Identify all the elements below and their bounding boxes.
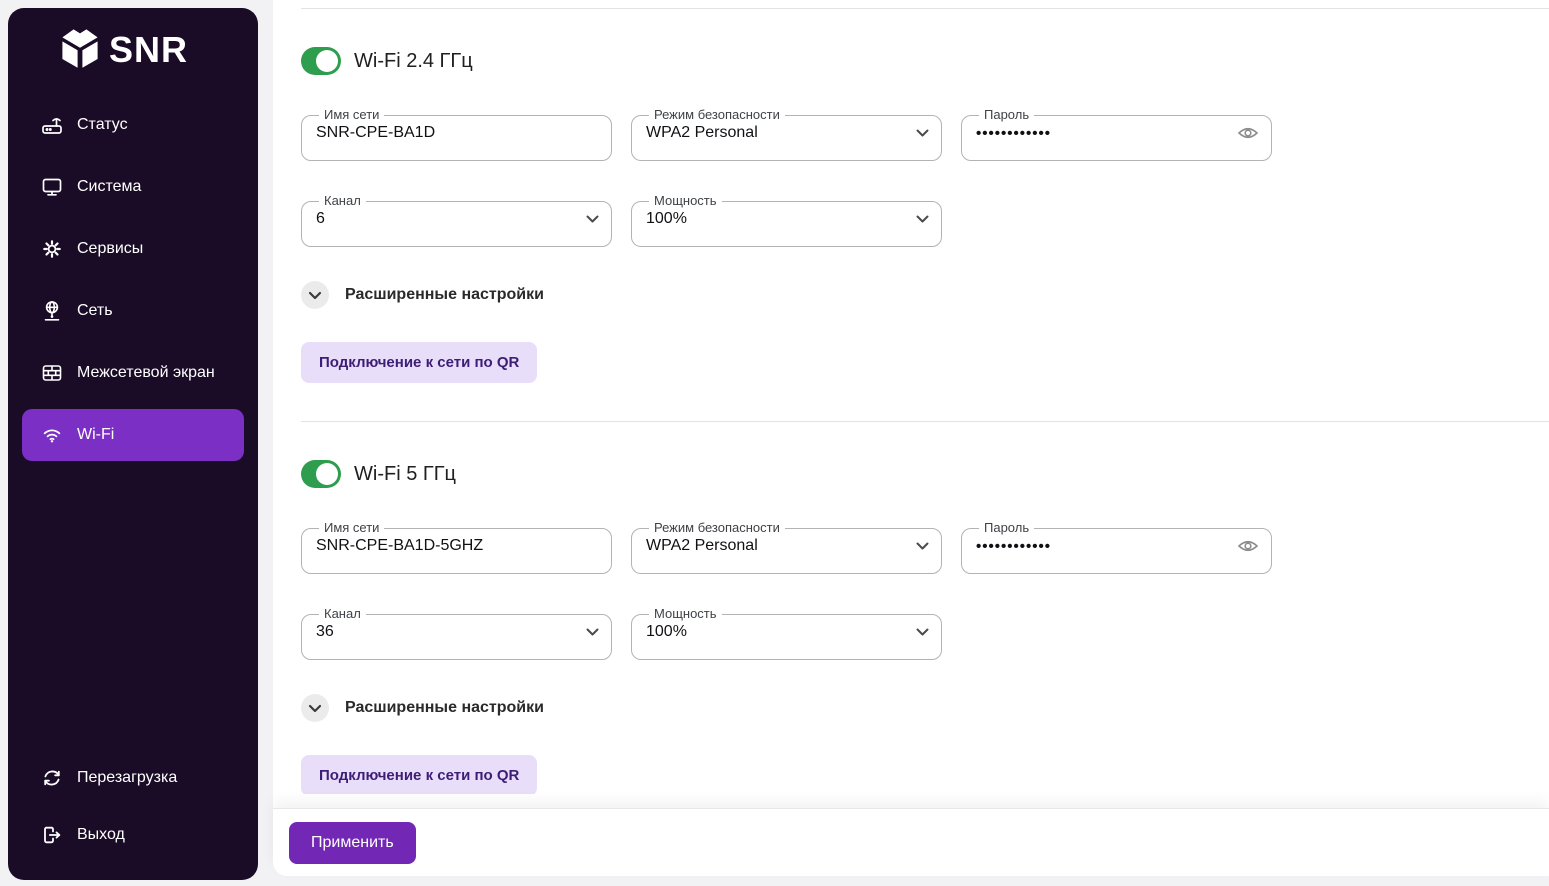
qr-connect-button-5ghz[interactable]: Подключение к сети по QR [301, 755, 537, 794]
advanced-settings-expander-5ghz[interactable]: Расширенные настройки [301, 694, 544, 722]
brand-logo: SNR [60, 24, 258, 75]
top-divider [301, 8, 1549, 9]
show-password-eye-icon[interactable] [1237, 537, 1259, 555]
security-mode-select-5ghz[interactable]: WPA2 Personal [646, 537, 929, 555]
password-input-24ghz[interactable] [976, 125, 1237, 142]
firewall-icon [40, 361, 64, 385]
ssid-input-24ghz[interactable] [316, 124, 599, 142]
advanced-settings-expander-24ghz[interactable]: Расширенные настройки [301, 281, 544, 309]
restart-icon [40, 766, 64, 790]
ssid-label: Имя сети [319, 108, 384, 122]
security-mode-field-24ghz: Режим безопасности WPA2 Personal [631, 108, 942, 161]
sidebar-item-system[interactable]: Система [22, 161, 244, 213]
sidebar-item-status[interactable]: Статус [22, 99, 244, 151]
sidebar-item-label: Выход [77, 826, 125, 844]
ssid-field-24ghz: Имя сети [301, 108, 612, 161]
chevron-down-icon [586, 628, 599, 636]
apply-button[interactable]: Применить [289, 822, 416, 864]
network-icon [40, 299, 64, 323]
logout-icon [40, 823, 64, 847]
power-value: 100% [646, 210, 687, 228]
wifi-5ghz-toggle[interactable] [301, 460, 341, 488]
wifi-icon [40, 423, 64, 447]
wifi-settings-content: Wi-Fi 2.4 ГГц Имя сети Режим безопасност… [273, 0, 1549, 794]
power-value: 100% [646, 623, 687, 641]
channel-label: Канал [319, 194, 366, 208]
wifi-24ghz-toggle[interactable] [301, 47, 341, 75]
power-select-5ghz[interactable]: 100% [646, 623, 929, 641]
password-label: Пароль [979, 108, 1034, 122]
snr-cube-icon [60, 24, 100, 75]
sidebar-item-services[interactable]: Сервисы [22, 223, 244, 275]
security-mode-label: Режим безопасности [649, 108, 785, 122]
channel-select-24ghz[interactable]: 6 [316, 210, 599, 228]
sidebar-item-label: Система [77, 178, 141, 196]
sidebar-item-label: Wi-Fi [77, 426, 114, 444]
section-title-5ghz: Wi-Fi 5 ГГц [354, 463, 456, 486]
chevron-down-icon [586, 215, 599, 223]
sidebar-bottom-menu: Перезагрузка Выход [8, 752, 258, 880]
power-label: Мощность [649, 607, 722, 621]
security-mode-select-24ghz[interactable]: WPA2 Personal [646, 124, 929, 142]
sidebar-item-reboot[interactable]: Перезагрузка [22, 752, 244, 804]
brand-name: SNR [109, 29, 188, 71]
sidebar-item-label: Статус [77, 116, 128, 134]
chevron-down-icon [916, 542, 929, 550]
channel-field-5ghz: Канал 36 [301, 607, 612, 660]
channel-select-5ghz[interactable]: 36 [316, 623, 599, 641]
channel-label: Канал [319, 607, 366, 621]
channel-field-24ghz: Канал 6 [301, 194, 612, 247]
power-field-24ghz: Мощность 100% [631, 194, 942, 247]
security-mode-label: Режим безопасности [649, 521, 785, 535]
power-label: Мощность [649, 194, 722, 208]
ssid-label: Имя сети [319, 521, 384, 535]
ssid-field-5ghz: Имя сети [301, 521, 612, 574]
security-mode-field-5ghz: Режим безопасности WPA2 Personal [631, 521, 942, 574]
sidebar-item-label: Перезагрузка [77, 769, 177, 787]
chevron-down-icon [916, 628, 929, 636]
sidebar-item-wifi[interactable]: Wi-Fi [22, 409, 244, 461]
channel-value: 36 [316, 623, 334, 641]
sidebar-menu: Статус Система Сервисы [8, 99, 258, 471]
sidebar-item-network[interactable]: Сеть [22, 285, 244, 337]
chevron-down-icon [916, 129, 929, 137]
gear-icon [40, 237, 64, 261]
sidebar-item-label: Межсетевой экран [77, 364, 215, 382]
password-field-24ghz: Пароль [961, 108, 1272, 161]
advanced-settings-label: Расширенные настройки [345, 699, 544, 717]
channel-value: 6 [316, 210, 325, 228]
monitor-icon [40, 175, 64, 199]
section-title-24ghz: Wi-Fi 2.4 ГГц [354, 50, 473, 73]
ssid-input-5ghz[interactable] [316, 537, 599, 555]
password-field-5ghz: Пароль [961, 521, 1272, 574]
security-mode-value: WPA2 Personal [646, 537, 758, 555]
toggle-knob [316, 463, 338, 485]
wifi-5ghz-section: Wi-Fi 5 ГГц Имя сети Режим безопасности … [301, 460, 1549, 794]
sidebar-item-label: Сервисы [77, 240, 143, 258]
toggle-knob [316, 50, 338, 72]
qr-connect-button-24ghz[interactable]: Подключение к сети по QR [301, 342, 537, 383]
section-divider [301, 421, 1549, 422]
sidebar: SNR Статус Сис [8, 8, 258, 880]
password-label: Пароль [979, 521, 1034, 535]
footer-bar: Применить [273, 808, 1549, 876]
wifi-24ghz-section: Wi-Fi 2.4 ГГц Имя сети Режим безопасност… [301, 47, 1549, 383]
power-field-5ghz: Мощность 100% [631, 607, 942, 660]
password-input-5ghz[interactable] [976, 538, 1237, 555]
security-mode-value: WPA2 Personal [646, 124, 758, 142]
sidebar-item-firewall[interactable]: Межсетевой экран [22, 347, 244, 399]
chevron-down-circle-icon [301, 694, 329, 722]
power-select-24ghz[interactable]: 100% [646, 210, 929, 228]
chevron-down-circle-icon [301, 281, 329, 309]
router-icon [40, 113, 64, 137]
chevron-down-icon [916, 215, 929, 223]
sidebar-item-label: Сеть [77, 302, 113, 320]
advanced-settings-label: Расширенные настройки [345, 286, 544, 304]
show-password-eye-icon[interactable] [1237, 124, 1259, 142]
main-panel: Wi-Fi 2.4 ГГц Имя сети Режим безопасност… [273, 0, 1549, 876]
sidebar-item-logout[interactable]: Выход [22, 809, 244, 861]
